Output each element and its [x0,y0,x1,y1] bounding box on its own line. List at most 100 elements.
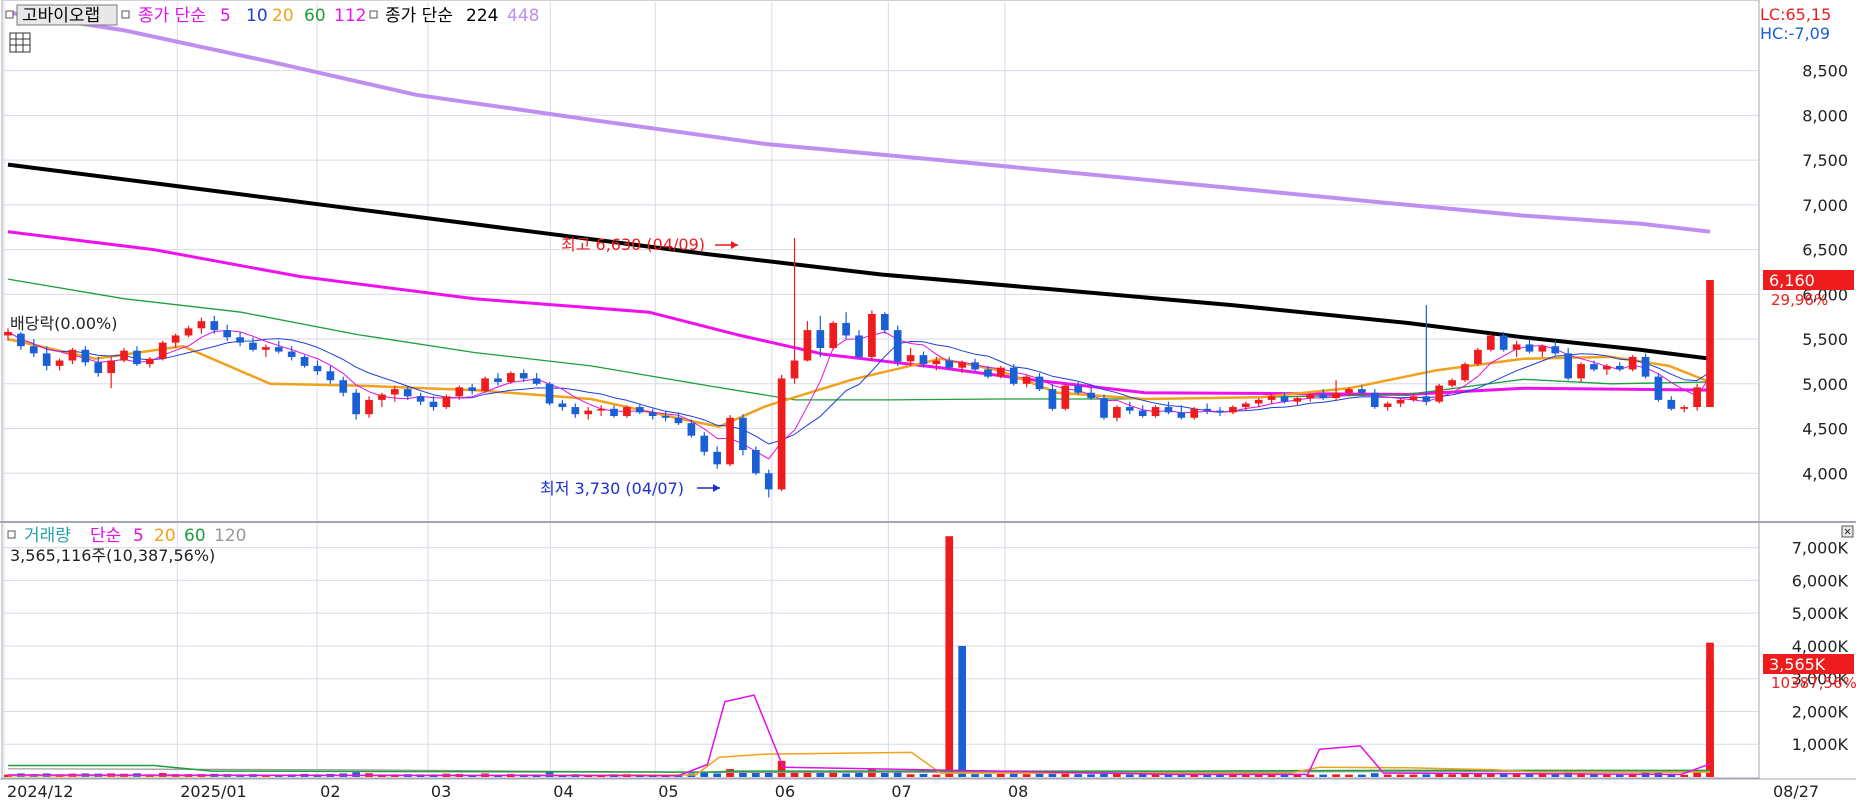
volume-bar [1358,774,1366,777]
volume-y-tick-label: 2,000K [1792,702,1849,721]
candle-body [803,330,812,361]
candle-body [403,389,412,397]
ma2-period-448: 448 [507,6,539,26]
candle-body [1241,403,1250,408]
candle-body [365,399,373,415]
volume-bar [1022,774,1031,777]
x-tick-label: 06 [775,782,795,801]
candle-body [133,350,141,365]
candle-body [545,383,554,404]
candle-body [507,373,515,382]
candle-body [661,416,670,418]
price-y-tick-label: 7,000 [1802,196,1848,215]
volume-ma-60: 60 [184,526,206,546]
candle-body [1564,353,1573,379]
candle-body [1229,407,1237,413]
candle-body [971,362,979,370]
candle-body [107,360,115,374]
current-price-tag: 6,160 [1769,271,1815,290]
x-tick-label: 2024/12 [7,782,73,801]
x-tick-label: 02 [320,782,340,801]
candle-body [648,412,657,416]
volume-ma-20: 20 [154,526,176,546]
ma1-period-5: 5 [220,6,231,26]
candle-body [339,380,348,393]
candle-body [313,365,322,372]
candle-body [29,346,38,354]
candle-body [300,356,309,366]
candle-body [558,403,567,408]
candle-body [1345,389,1353,393]
ma1-period-10: 10 [246,6,268,26]
candle-body [597,408,605,411]
candle-body [1216,410,1224,413]
candle-body [274,347,283,352]
price-y-tick-label: 5,000 [1802,375,1848,394]
candle-body [1203,408,1211,411]
candle-body [1667,399,1676,409]
candle-body [532,378,541,384]
candle-body [906,355,915,362]
panel-close-icon[interactable] [1841,525,1854,538]
volume-y-tick-label: 4,000K [1792,637,1849,656]
lc-label: LC:65,15 [1760,5,1831,24]
x-tick-label: 08 [1008,782,1028,801]
volume-bar [1680,774,1689,777]
candle-body [262,347,270,350]
candle-body [42,353,51,366]
volume-bar [1693,772,1701,777]
stock-name[interactable]: 고바이오랩 [22,6,100,26]
volume-bar [700,772,709,777]
candle-body [1009,367,1018,384]
current-date-label: 08/27 [1773,782,1819,801]
volume-bar [880,772,889,777]
candle-body [984,369,992,377]
candle-body [17,333,25,347]
volume-y-tick-label: 6,000K [1792,571,1849,590]
current-change-tag: 29,96% [1771,291,1828,309]
candle-body [945,360,954,368]
volume-spike-bar [1706,660,1714,777]
candle-body [236,337,244,343]
candle-body [919,355,928,365]
price-y-tick-label: 5,500 [1802,330,1848,349]
volume-bar [1319,774,1328,777]
volume-spike-bar [958,645,966,777]
price-y-tick-label: 7,500 [1802,151,1848,170]
candle-body [726,417,734,465]
ma-legend-toggle-icon[interactable] [121,10,130,19]
candle-body [687,423,696,436]
candle-body [816,330,825,348]
candle-body [880,314,889,331]
volume-bar [790,772,799,777]
candle-body [1087,392,1095,399]
candle-body [352,392,360,415]
volume-bar [764,772,773,777]
candle-body [932,360,941,365]
price-y-tick-label: 6,500 [1802,241,1848,260]
candle-body [1486,335,1495,350]
candle-body [442,396,451,408]
candle-body [481,378,489,391]
volume-bar [1113,773,1121,777]
current-volume-pct-tag: 10387,56% [1771,674,1856,692]
ma1-period-20: 20 [272,6,294,26]
x-tick-label: 03 [431,782,451,801]
candle-body [1448,380,1456,386]
ma1-period-112: 112 [334,6,366,26]
candle-body [184,328,193,336]
candle-body [1280,396,1289,402]
volume-bar [1603,774,1611,777]
volume-ma-5: 5 [133,526,144,546]
legend-toggle-icon[interactable] [5,10,14,19]
table-icon[interactable] [9,32,31,53]
ma2-legend-toggle-icon[interactable] [369,10,378,19]
candle-body [1396,399,1405,404]
volume-legend-toggle-icon[interactable] [7,530,16,539]
candle-body [1164,407,1173,413]
volume-bar [1538,774,1547,777]
candle-body [1048,389,1057,409]
volume-bar [1074,774,1083,777]
ma2-period-224: 224 [466,6,498,26]
volume-bar [713,773,722,777]
